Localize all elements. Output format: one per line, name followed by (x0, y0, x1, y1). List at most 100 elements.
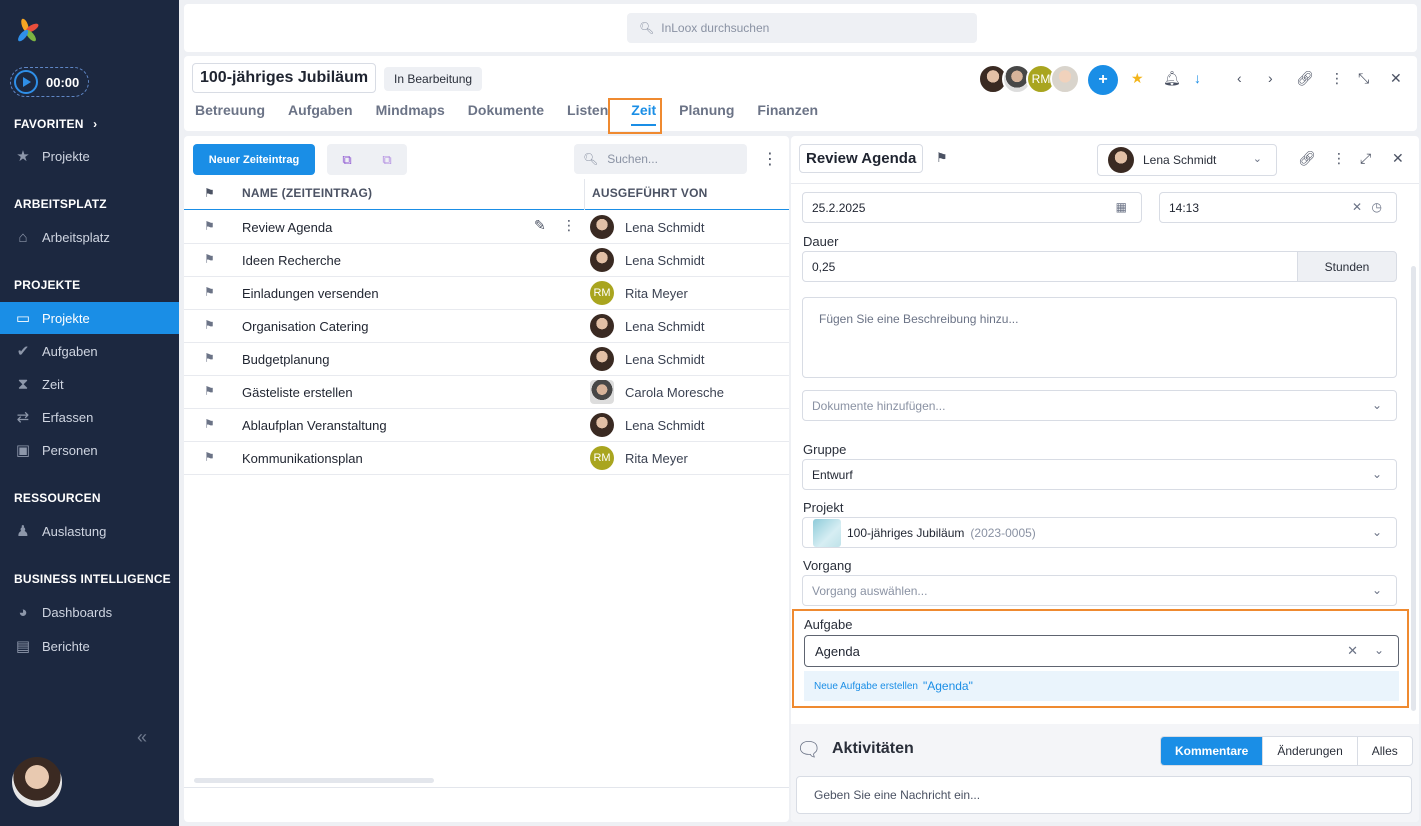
sidebar-item-dashboards[interactable]: ◕ Dashboards (0, 596, 179, 628)
create-task-suggestion[interactable]: Neue Aufgabe erstellen "Agenda" (804, 671, 1399, 701)
description-textarea[interactable]: Fügen Sie eine Beschreibung hinzu... (802, 297, 1397, 378)
collapse-icon[interactable]: ⤡ (1358, 70, 1369, 87)
calendar-icon[interactable]: ▦ (1116, 200, 1127, 214)
tab-dokumente[interactable]: Dokumente (468, 102, 544, 126)
sidebar-item-personen[interactable]: ▣ Personen (0, 434, 179, 466)
detail-title[interactable]: Review Agenda (799, 144, 924, 173)
expand-icon[interactable]: ⤢ (1360, 150, 1371, 167)
new-time-entry-button[interactable]: Neuer Zeiteintrag (193, 144, 315, 175)
flag-icon[interactable]: ⚑ (204, 417, 215, 431)
paste-icon[interactable]: ⧉ (382, 152, 391, 168)
flag-icon[interactable]: ⚑ (204, 219, 215, 233)
arrow-down-icon[interactable]: ↓ (1194, 70, 1201, 86)
message-input[interactable]: Geben Sie eine Nachricht ein... (796, 776, 1412, 814)
team-avatars[interactable]: RM (978, 64, 1080, 94)
duration-input[interactable]: 0,25 (802, 251, 1298, 282)
table-row[interactable]: ⚑ Kommunikationsplan RM Rita Meyer (184, 442, 789, 475)
tab-finanzen[interactable]: Finanzen (757, 102, 818, 126)
flag-icon[interactable]: ⚑ (936, 150, 948, 166)
clear-icon[interactable]: ✕ (1347, 643, 1358, 659)
vorgang-select[interactable]: Vorgang auswählen... ⌄ (802, 575, 1397, 606)
table-row[interactable]: ⚑ Ideen Recherche Lena Schmidt (184, 244, 789, 277)
more-vert-icon[interactable]: ⋮ (1332, 150, 1346, 167)
copy-icon[interactable]: ⧉ (342, 152, 351, 168)
more-vert-icon[interactable]: ⋮ (562, 217, 576, 234)
tab-alles[interactable]: Alles (1356, 737, 1412, 765)
chevron-left-icon[interactable]: ‹ (1237, 70, 1242, 86)
user-avatar[interactable] (12, 757, 62, 807)
flag-icon[interactable]: ⚑ (204, 351, 215, 365)
tab-aenderungen[interactable]: Änderungen (1262, 737, 1356, 765)
sidebar-item-projekte[interactable]: ▭ Projekte (0, 302, 179, 334)
flag-icon[interactable]: ⚑ (204, 186, 215, 200)
add-member-button[interactable]: + (1088, 65, 1118, 95)
table-row[interactable]: ⚑ Ablaufplan Veranstaltung Lena Schmidt (184, 409, 789, 442)
entry-name: Review Agenda (242, 220, 333, 235)
link-icon[interactable]: 🔗︎ (1296, 70, 1314, 87)
column-header-by[interactable]: AUSGEFÜHRT VON (592, 186, 707, 200)
tab-aufgaben[interactable]: Aufgaben (288, 102, 353, 126)
tab-mindmaps[interactable]: Mindmaps (376, 102, 445, 126)
timer-widget[interactable]: 00:00 (10, 67, 89, 97)
tab-kommentare[interactable]: Kommentare (1161, 737, 1263, 765)
project-title[interactable]: 100-jähriges Jubiläum (192, 63, 377, 93)
project-thumbnail (813, 518, 841, 547)
close-icon[interactable]: ✕ (1390, 70, 1402, 87)
bell-icon[interactable]: 🔔︎ (1163, 70, 1181, 87)
documents-select[interactable]: Dokumente hinzufügen... ⌄ (802, 390, 1397, 421)
avatar (590, 215, 614, 239)
sidebar-item-berichte[interactable]: ▤ Berichte (0, 630, 179, 662)
gruppe-select[interactable]: Entwurf ⌄ (802, 459, 1397, 490)
tab-listen[interactable]: Listen (567, 102, 608, 126)
more-vert-icon[interactable]: ⋮ (762, 149, 778, 169)
clock-icon[interactable]: ◷ (1372, 200, 1382, 214)
horizontal-scrollbar[interactable] (194, 778, 434, 783)
flag-icon[interactable]: ⚑ (204, 450, 215, 464)
table-row[interactable]: ⚑ Review Agenda ✎ ⋮ Lena Schmidt (184, 211, 789, 244)
flag-icon[interactable]: ⚑ (204, 285, 215, 299)
assignee-select[interactable]: Lena Schmidt ⌄ (1097, 144, 1277, 176)
column-divider[interactable] (584, 179, 585, 210)
tab-betreuung[interactable]: Betreuung (195, 102, 265, 126)
sidebar-item-auslastung[interactable]: ♟ Auslastung (0, 515, 179, 547)
sidebar-item-erfassen[interactable]: ⇄ Erfassen (0, 401, 179, 433)
more-vert-icon[interactable]: ⋮ (1330, 70, 1344, 87)
star-icon[interactable]: ★ (1131, 70, 1144, 87)
sidebar-item-arbeitsplatz[interactable]: ⌂ Arbeitsplatz (0, 221, 179, 253)
list-search-input[interactable]: 🔍︎ Suchen... (574, 144, 747, 174)
aufgabe-label: Aufgabe (804, 617, 853, 632)
table-row[interactable]: ⚑ Gästeliste erstellen Carola Moresche (184, 376, 789, 409)
global-search-input[interactable]: 🔍︎ InLoox durchsuchen (627, 13, 977, 43)
table-row[interactable]: ⚑ Organisation Catering Lena Schmidt (184, 310, 789, 343)
aufgabe-input[interactable]: Agenda ✕ ⌄ (804, 635, 1399, 667)
sidebar-item-favorite-projekte[interactable]: ★ Projekte (0, 140, 179, 172)
app-logo[interactable] (14, 18, 40, 44)
table-row[interactable]: ⚑ Einladungen versenden RM Rita Meyer (184, 277, 789, 310)
vertical-scrollbar[interactable] (1411, 266, 1416, 711)
flag-icon[interactable]: ⚑ (204, 384, 215, 398)
chevron-down-icon[interactable]: ⌄ (1374, 643, 1384, 657)
collapse-sidebar-icon[interactable]: « (137, 727, 147, 748)
chevron-down-icon: ⌄ (1371, 398, 1382, 412)
sidebar-item-aufgaben[interactable]: ✔ Aufgaben (0, 335, 179, 367)
time-field[interactable]: 14:13 ✕ ◷ (1159, 192, 1397, 223)
avatar[interactable] (1050, 64, 1080, 94)
status-badge[interactable]: In Bearbeitung (384, 67, 483, 91)
projekt-select[interactable]: 100-jähriges Jubiläum (2023-0005) ⌄ (802, 517, 1397, 548)
flag-icon[interactable]: ⚑ (204, 252, 215, 266)
chevron-right-icon[interactable]: › (1268, 70, 1273, 86)
edit-icon[interactable]: ✎ (534, 217, 546, 234)
duration-unit-button[interactable]: Stunden (1297, 251, 1397, 282)
tab-planung[interactable]: Planung (679, 102, 734, 126)
clear-icon[interactable]: ✕ (1352, 200, 1362, 214)
link-icon[interactable]: 🔗︎ (1298, 150, 1316, 167)
play-icon[interactable] (14, 70, 38, 94)
flag-icon[interactable]: ⚑ (204, 318, 215, 332)
table-row[interactable]: ⚑ Budgetplanung Lena Schmidt (184, 343, 789, 376)
vorgang-label: Vorgang (803, 558, 852, 573)
column-header-name[interactable]: NAME (ZEITEINTRAG) (242, 186, 372, 200)
favorites-heading[interactable]: FAVORITEN › (14, 117, 97, 131)
sidebar-item-zeit[interactable]: ⧗ Zeit (0, 368, 179, 400)
date-field[interactable]: 25.2.2025 ▦ (802, 192, 1142, 223)
close-icon[interactable]: ✕ (1392, 150, 1404, 167)
